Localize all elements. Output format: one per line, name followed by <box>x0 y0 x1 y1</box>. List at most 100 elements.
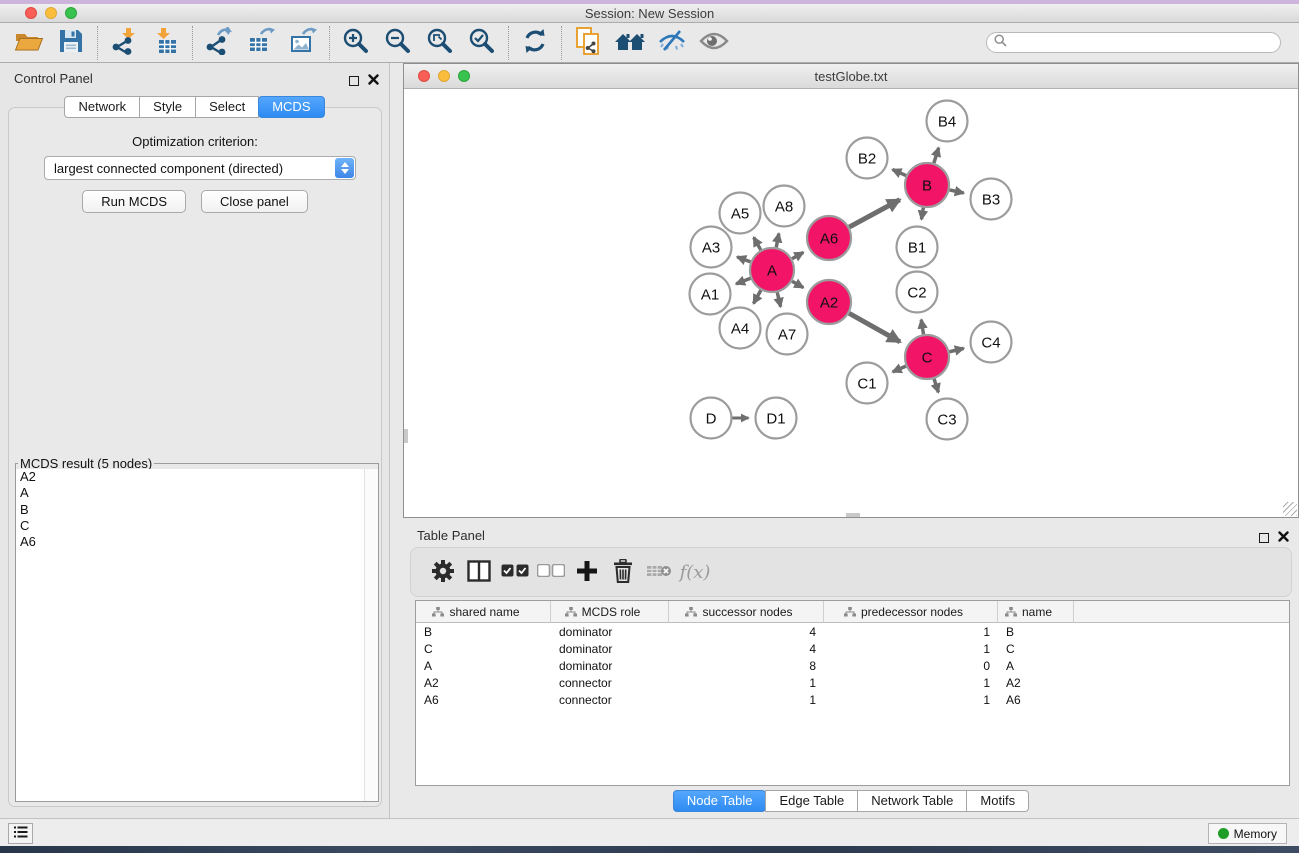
network-node-A6[interactable]: A6 <box>807 216 851 260</box>
tab-style[interactable]: Style <box>139 96 196 118</box>
tab-network[interactable]: Network <box>64 96 140 118</box>
delete-table-button[interactable] <box>641 554 677 590</box>
refresh-network-button[interactable] <box>514 25 556 61</box>
cell[interactable]: 1 <box>824 624 998 640</box>
table-row[interactable]: A6connector11A6 <box>416 692 1289 708</box>
zoom-selected-button[interactable] <box>461 25 503 61</box>
network-node-B1[interactable]: B1 <box>897 227 938 268</box>
cell[interactable]: A6 <box>416 692 551 708</box>
network-node-C[interactable]: C <box>905 335 949 379</box>
network-node-A5[interactable]: A5 <box>720 193 761 234</box>
close-panel-icon[interactable] <box>1278 529 1289 547</box>
network-view-window[interactable]: testGlobe.txt B4B2BB3A8A5A6A3B1AC2A1A2A4… <box>403 63 1299 518</box>
edge-C-C3[interactable] <box>934 379 938 392</box>
cell[interactable]: 1 <box>824 641 998 657</box>
show-columns-button[interactable] <box>461 554 497 590</box>
zoom-in-button[interactable] <box>335 25 377 61</box>
search-field[interactable] <box>986 32 1281 53</box>
save-session-button[interactable] <box>50 25 92 61</box>
column-header-successor-nodes[interactable]: successor nodes <box>669 601 824 623</box>
cell[interactable]: B <box>998 624 1074 640</box>
table-row[interactable]: Adominator80A <box>416 658 1289 674</box>
network-node-A2[interactable]: A2 <box>807 280 851 324</box>
network-node-B4[interactable]: B4 <box>927 101 968 142</box>
cell[interactable]: A6 <box>998 692 1074 708</box>
mcds-result-item[interactable]: C <box>16 518 378 534</box>
column-header-shared-name[interactable]: shared name <box>416 601 551 623</box>
edge-A-A2[interactable] <box>792 281 803 287</box>
criterion-dropdown[interactable]: largest connected component (directed) <box>44 156 356 180</box>
horizontal-scroll-mark[interactable] <box>846 513 860 517</box>
tab-mcds[interactable]: MCDS <box>258 96 324 118</box>
memory-button[interactable]: Memory <box>1208 823 1287 844</box>
cell[interactable]: C <box>998 641 1074 657</box>
network-node-D1[interactable]: D1 <box>756 398 797 439</box>
cell[interactable]: 4 <box>669 641 824 657</box>
column-header-MCDS-role[interactable]: MCDS role <box>551 601 669 623</box>
table-row[interactable]: Bdominator41B <box>416 624 1289 640</box>
tab-motifs[interactable]: Motifs <box>966 790 1029 812</box>
tab-edge-table[interactable]: Edge Table <box>765 790 858 812</box>
tab-network-table[interactable]: Network Table <box>857 790 967 812</box>
result-scrollbar[interactable] <box>364 469 378 801</box>
network-node-C4[interactable]: C4 <box>971 322 1012 363</box>
cell[interactable]: A2 <box>416 675 551 691</box>
mcds-result-item[interactable]: A2 <box>16 469 378 485</box>
edge-A-A4[interactable] <box>754 290 761 303</box>
cell[interactable]: B <box>416 624 551 640</box>
cell[interactable]: A <box>998 658 1074 674</box>
edge-B-B1[interactable] <box>921 208 923 220</box>
network-node-D[interactable]: D <box>691 398 732 439</box>
cell[interactable]: 1 <box>669 675 824 691</box>
close-panel-icon[interactable] <box>368 72 379 90</box>
cell[interactable]: 8 <box>669 658 824 674</box>
duplicate-network-button[interactable] <box>567 25 609 61</box>
edge-C-C1[interactable] <box>893 366 906 372</box>
tab-select[interactable]: Select <box>195 96 259 118</box>
network-node-A4[interactable]: A4 <box>720 308 761 349</box>
deselect-all-button[interactable] <box>533 554 569 590</box>
edge-A2-C[interactable] <box>849 313 900 342</box>
network-node-A3[interactable]: A3 <box>691 227 732 268</box>
column-header-name[interactable]: name <box>998 601 1074 623</box>
table-settings-button[interactable] <box>425 554 461 590</box>
table-row[interactable]: A2connector11A2 <box>416 675 1289 691</box>
cell[interactable]: C <box>416 641 551 657</box>
export-network-button[interactable] <box>198 25 240 61</box>
network-node-A1[interactable]: A1 <box>690 274 731 315</box>
cell[interactable]: 0 <box>824 658 998 674</box>
network-node-B2[interactable]: B2 <box>847 138 888 179</box>
cell[interactable]: connector <box>551 692 669 708</box>
network-node-A7[interactable]: A7 <box>767 314 808 355</box>
cell[interactable]: 1 <box>824 692 998 708</box>
show-panels-button[interactable] <box>693 25 735 61</box>
edge-A-A7[interactable] <box>777 292 780 306</box>
table-row[interactable]: Cdominator41C <box>416 641 1289 657</box>
cell[interactable]: A2 <box>998 675 1074 691</box>
delete-column-button[interactable] <box>605 554 641 590</box>
hide-panels-button[interactable] <box>651 25 693 61</box>
run-mcds-button[interactable]: Run MCDS <box>82 190 186 213</box>
import-network-button[interactable] <box>103 25 145 61</box>
edge-A-A3[interactable] <box>737 257 750 262</box>
cell[interactable]: connector <box>551 675 669 691</box>
tab-node-table[interactable]: Node Table <box>673 790 767 812</box>
edge-A6-B[interactable] <box>849 200 900 227</box>
column-header-predecessor-nodes[interactable]: predecessor nodes <box>824 601 998 623</box>
network-node-B[interactable]: B <box>905 163 949 207</box>
float-panel-icon[interactable] <box>1259 533 1269 543</box>
zoom-fit-button[interactable] <box>419 25 461 61</box>
edge-B-B4[interactable] <box>934 148 939 163</box>
export-table-button[interactable] <box>240 25 282 61</box>
cell[interactable]: 1 <box>669 692 824 708</box>
cell[interactable]: 1 <box>824 675 998 691</box>
resize-grip[interactable] <box>1283 502 1297 516</box>
network-canvas[interactable]: B4B2BB3A8A5A6A3B1AC2A1A2A4A7C4CC1DD1C3 <box>404 89 1298 517</box>
network-node-A8[interactable]: A8 <box>764 186 805 227</box>
network-node-B3[interactable]: B3 <box>971 179 1012 220</box>
import-table-button[interactable] <box>145 25 187 61</box>
select-all-button[interactable] <box>497 554 533 590</box>
edge-A-A1[interactable] <box>736 278 750 284</box>
close-panel-button[interactable]: Close panel <box>201 190 308 213</box>
add-column-button[interactable] <box>569 554 605 590</box>
